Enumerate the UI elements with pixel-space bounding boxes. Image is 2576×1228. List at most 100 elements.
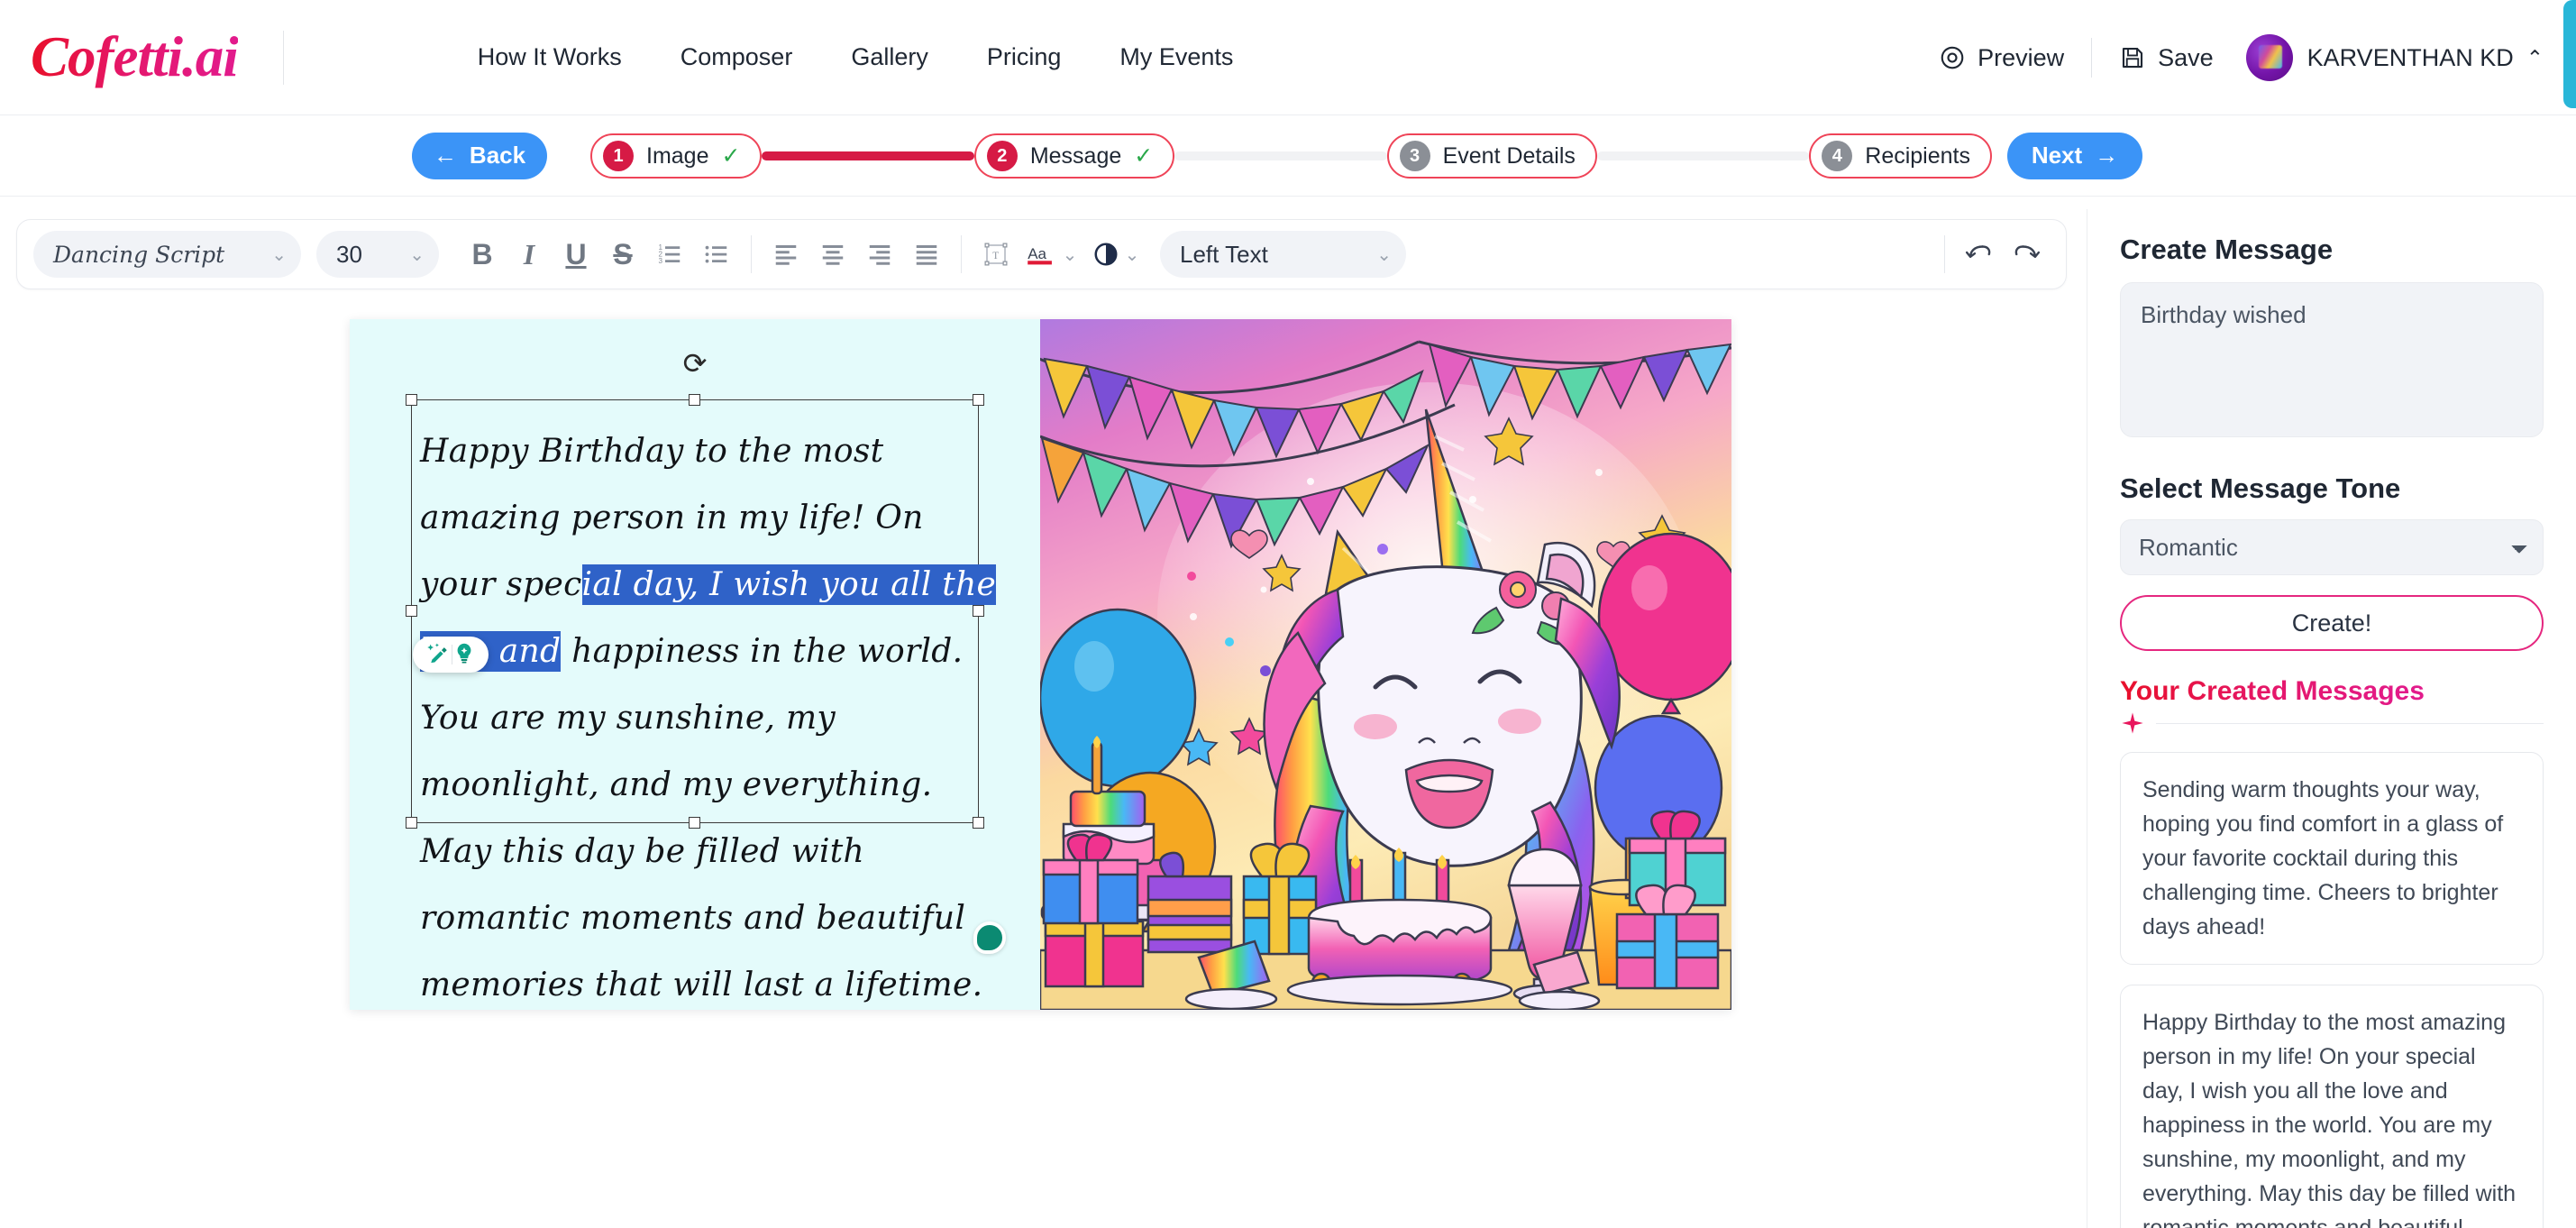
chevron-down-icon: ⌄ xyxy=(1124,244,1140,265)
back-button[interactable]: ← Back xyxy=(412,132,547,179)
step-message[interactable]: 2 Message ✓ xyxy=(973,133,1175,179)
username-label[interactable]: KARVENTHAN KD xyxy=(2307,44,2514,72)
magic-pencil-icon[interactable] xyxy=(426,640,452,670)
strikethrough-icon: S xyxy=(613,237,633,270)
svg-text:3: 3 xyxy=(659,257,663,265)
font-size-select[interactable]: 30 ⌄ xyxy=(316,231,439,278)
nav-item-my-events[interactable]: My Events xyxy=(1119,43,1233,71)
step-recipients[interactable]: 4 Recipients xyxy=(1809,133,1992,179)
save-label: Save xyxy=(2158,43,2214,71)
nav-item-composer[interactable]: Composer xyxy=(681,43,793,71)
logo-divider xyxy=(282,30,284,85)
created-message-card[interactable]: Sending warm thoughts your way, hoping y… xyxy=(2120,752,2544,965)
created-messages-divider-row xyxy=(2120,710,2544,736)
created-message-card[interactable]: Happy Birthday to the most amazing perso… xyxy=(2120,985,2544,1228)
step-2-label: Message xyxy=(1029,142,1122,169)
nav-item-how-it-works[interactable]: How It Works xyxy=(478,43,622,71)
step-image[interactable]: 1 Image ✓ xyxy=(590,133,763,179)
align-center-button[interactable] xyxy=(809,231,856,278)
chevron-down-icon: ⌄ xyxy=(271,244,287,265)
text-box-button[interactable]: T xyxy=(973,231,1019,278)
nav-item-gallery[interactable]: Gallery xyxy=(851,43,928,71)
card-text-part-3: happiness in the world. You are my sunsh… xyxy=(420,633,983,1003)
toolbar-divider xyxy=(961,235,962,273)
grammar-assistant-popup[interactable] xyxy=(413,637,489,673)
chevron-up-icon[interactable]: ⌃ xyxy=(2526,46,2544,70)
preview-label: Preview xyxy=(1978,43,2065,71)
resize-handle-bottom-left[interactable] xyxy=(406,817,417,829)
card-illustration-panel[interactable] xyxy=(1040,319,1731,1010)
save-button[interactable]: Save xyxy=(2119,44,2214,72)
ordered-list-button[interactable]: 123 xyxy=(646,231,693,278)
message-tone-select[interactable]: Romantic Funny Formal Casual Heartfelt xyxy=(2120,519,2544,575)
next-arrow-icon: → xyxy=(2095,142,2119,169)
greeting-card-preview[interactable]: ⟳ Happy Birthday to the most amazing per… xyxy=(350,319,1731,1010)
preview-icon xyxy=(1941,46,1964,69)
align-right-button[interactable] xyxy=(856,231,903,278)
nav-divider xyxy=(2091,38,2093,78)
font-family-select[interactable]: Dancing Script ⌄ xyxy=(33,231,301,278)
text-color-button[interactable]: Aa ⌄ xyxy=(1019,231,1084,278)
side-tab-handle[interactable] xyxy=(2563,0,2576,108)
select-message-tone-title: Select Message Tone xyxy=(2120,472,2401,504)
brand-logo[interactable]: Cofetti.ai xyxy=(31,24,239,90)
undo-button[interactable] xyxy=(1956,231,2003,278)
italic-button[interactable]: I xyxy=(506,231,553,278)
step-1-badge: 1 xyxy=(603,141,634,171)
step-progress-bar: ← Back 1 Image ✓ 2 Message ✓ 3 Event Det… xyxy=(0,115,2576,197)
next-button[interactable]: Next → xyxy=(2007,132,2142,179)
grammar-assistant-badge[interactable] xyxy=(973,921,1006,954)
ordered-list-icon: 123 xyxy=(659,243,681,265)
align-left-icon xyxy=(775,245,797,265)
save-icon xyxy=(2123,47,2143,69)
avatar[interactable] xyxy=(2245,34,2293,81)
svg-text:Aa: Aa xyxy=(1028,245,1046,262)
unicorn-birthday-illustration xyxy=(1040,319,1731,1010)
lightbulb-icon[interactable] xyxy=(452,641,476,669)
font-size-value: 30 xyxy=(336,240,362,268)
resize-handle-top-center[interactable] xyxy=(689,394,700,406)
message-prompt-input[interactable]: Birthday wished xyxy=(2120,282,2544,437)
resize-handle-middle-left[interactable] xyxy=(406,605,417,617)
bullet-list-button[interactable] xyxy=(693,231,740,278)
chevron-down-icon: ⌄ xyxy=(1062,244,1078,265)
connector-2-3 xyxy=(1174,151,1387,160)
underline-button[interactable]: U xyxy=(553,231,599,278)
resize-handle-top-right[interactable] xyxy=(973,394,984,406)
next-label: Next xyxy=(2031,142,2083,169)
contrast-button[interactable]: ⌄ xyxy=(1084,231,1147,278)
resize-handle-top-left[interactable] xyxy=(406,394,417,406)
create-message-button[interactable]: Create! xyxy=(2120,595,2544,651)
created-messages-title: Your Created Messages xyxy=(2120,676,2425,706)
step-3-label: Event Details xyxy=(1442,142,1576,169)
text-box-icon: T xyxy=(984,243,1008,266)
align-left-button[interactable] xyxy=(763,231,809,278)
align-justify-button[interactable] xyxy=(903,231,950,278)
undo-icon xyxy=(1965,245,1991,259)
italic-icon: I xyxy=(523,237,535,270)
contrast-icon xyxy=(1094,243,1118,266)
align-right-icon xyxy=(869,245,891,265)
svg-text:T: T xyxy=(992,251,999,261)
create-message-title: Create Message xyxy=(2120,234,2334,265)
card-text-panel[interactable]: ⟳ Happy Birthday to the most amazing per… xyxy=(350,319,1040,1010)
card-message-text[interactable]: Happy Birthday to the most amazing perso… xyxy=(420,418,997,1010)
step-event-details[interactable]: 3 Event Details xyxy=(1386,133,1597,179)
step-2-check-icon: ✓ xyxy=(1134,143,1154,169)
text-editor-toolbar: Dancing Script ⌄ 30 ⌄ B I U S 123 T Aa ⌄… xyxy=(16,219,2067,289)
toolbar-divider xyxy=(751,235,752,273)
bold-button[interactable]: B xyxy=(459,231,506,278)
text-layer-select[interactable]: Left Text ⌄ xyxy=(1160,231,1406,278)
nav-item-pricing[interactable]: Pricing xyxy=(987,43,1062,71)
strikethrough-button[interactable]: S xyxy=(599,231,646,278)
text-layer-value: Left Text xyxy=(1180,240,1268,268)
align-justify-icon xyxy=(916,245,937,265)
sparkle-icon xyxy=(2122,712,2143,734)
step-1-label: Image xyxy=(646,142,709,169)
divider-line xyxy=(2156,722,2544,724)
create-message-sidebar: Create Message Birthday wished Select Me… xyxy=(2087,209,2576,1228)
step-4-badge: 4 xyxy=(1822,141,1853,171)
rotate-handle-icon[interactable]: ⟳ xyxy=(683,346,708,380)
redo-button[interactable] xyxy=(2003,231,2050,278)
preview-button[interactable]: Preview xyxy=(1939,44,2064,72)
